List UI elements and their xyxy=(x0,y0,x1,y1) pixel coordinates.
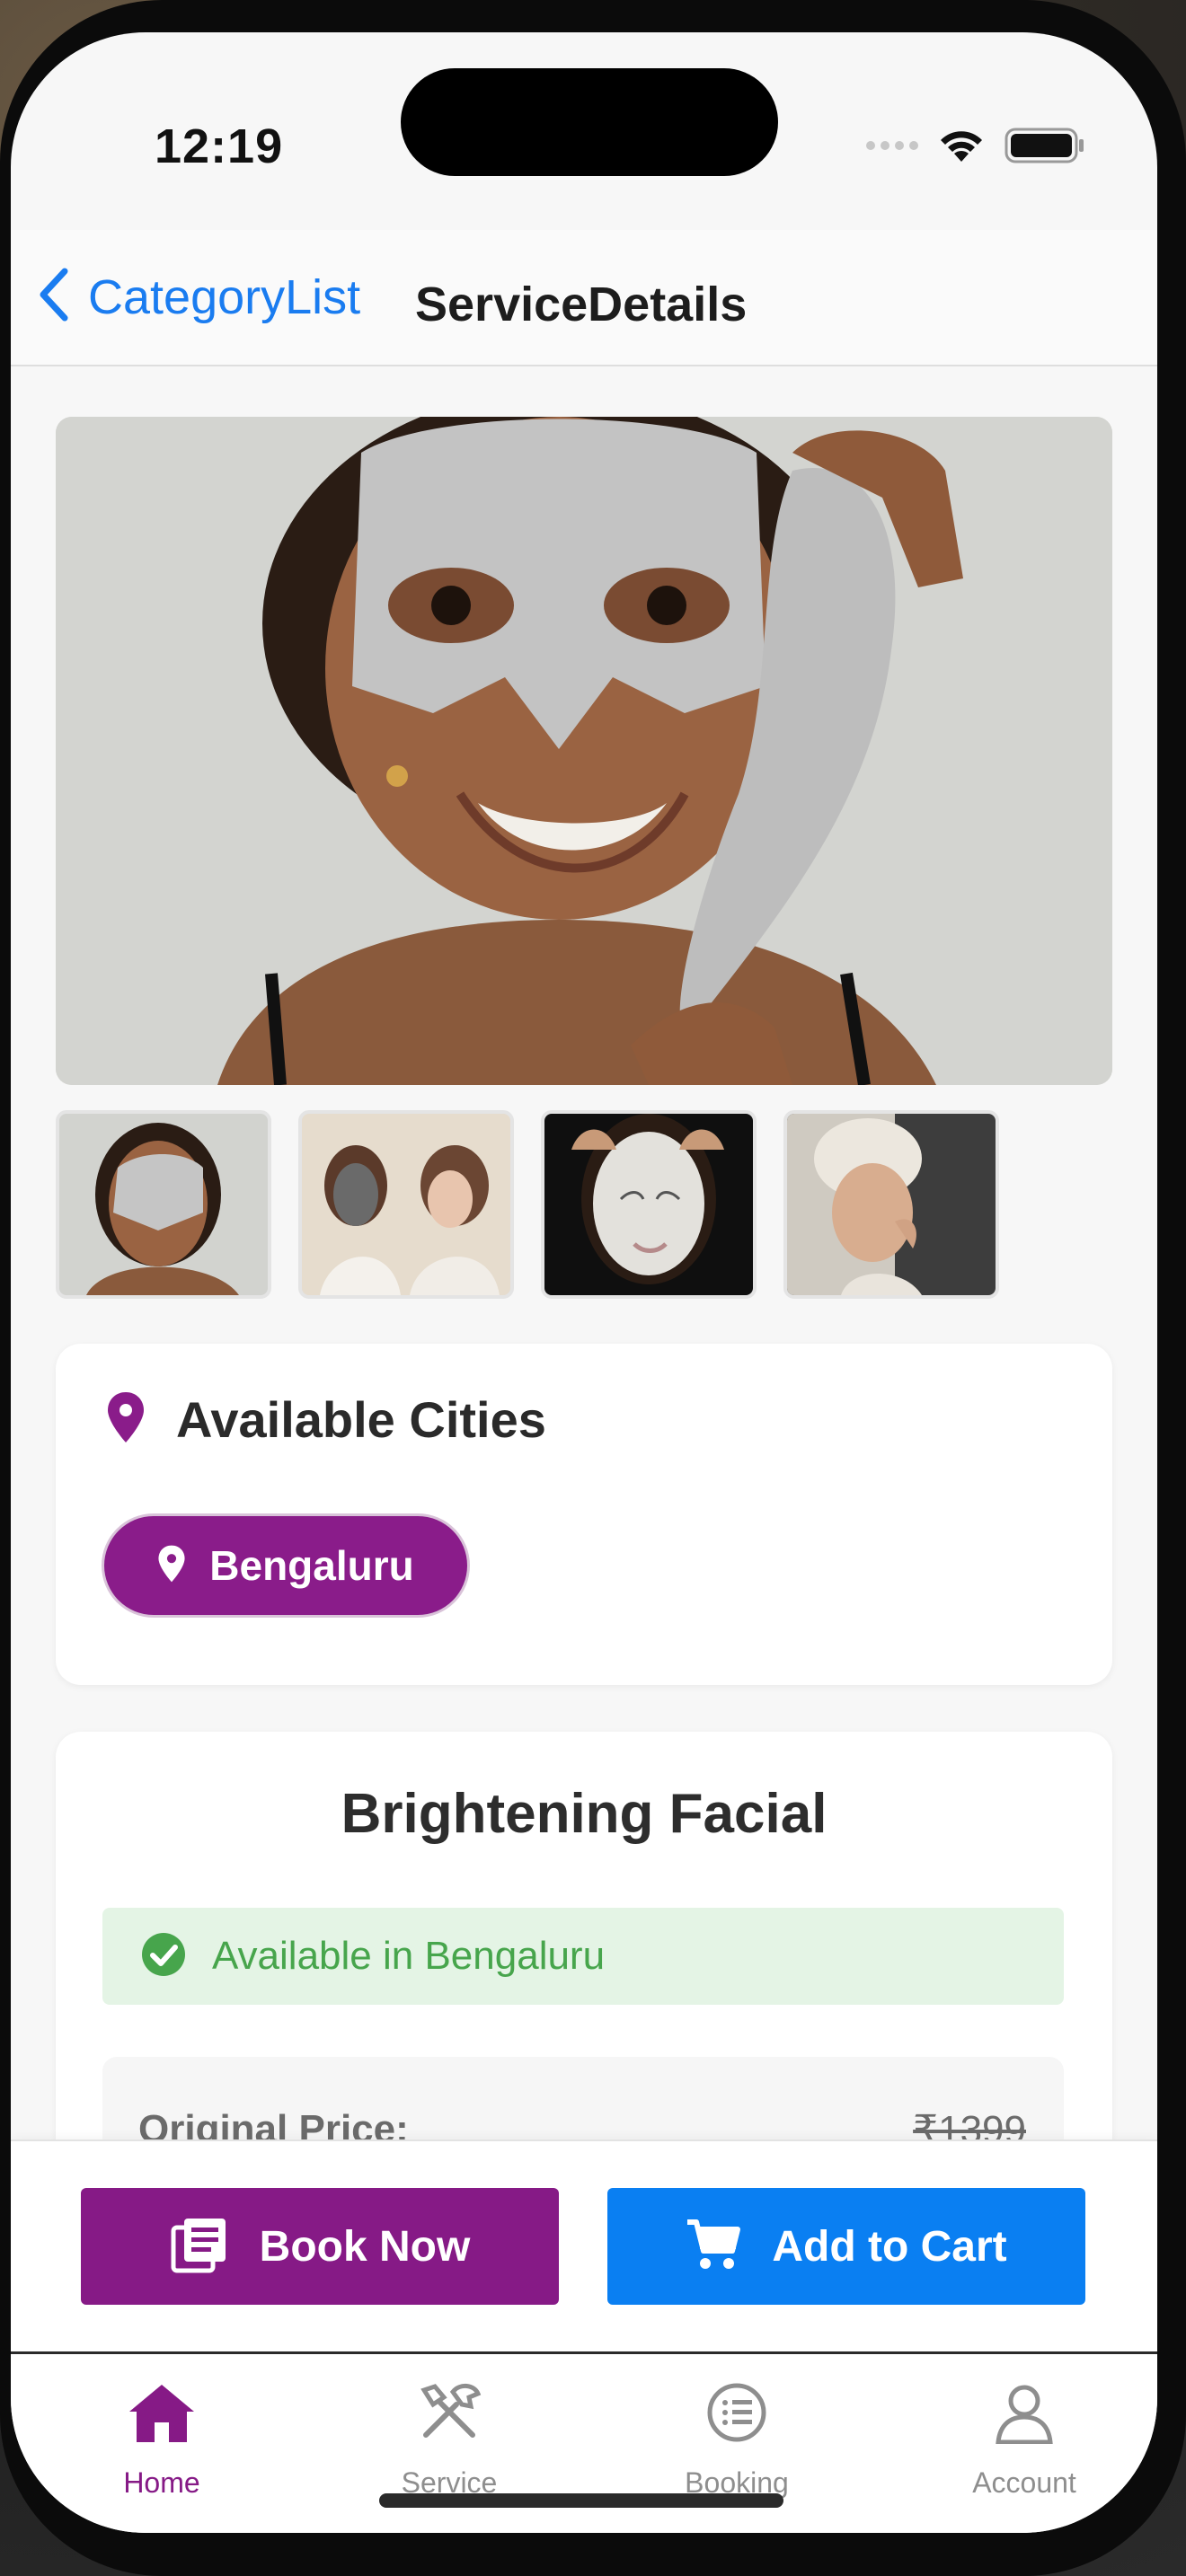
location-pin-icon xyxy=(106,1390,146,1449)
tab-home-label: Home xyxy=(123,2466,200,2499)
city-chip-bengaluru[interactable]: Bengaluru xyxy=(104,1516,467,1615)
thumbnail-1[interactable] xyxy=(56,1110,271,1299)
navigation-bar: CategoryList ServiceDetails xyxy=(11,230,1157,366)
tab-service[interactable]: Service xyxy=(350,2381,548,2500)
tab-account[interactable]: Account xyxy=(925,2381,1123,2500)
battery-icon xyxy=(1005,128,1085,163)
check-circle-icon xyxy=(140,1931,187,1982)
tab-account-label: Account xyxy=(972,2466,1076,2499)
tab-home[interactable]: Home xyxy=(63,2381,261,2500)
page-title: ServiceDetails xyxy=(415,278,748,331)
hero-image xyxy=(56,417,1112,1085)
city-chip-label: Bengaluru xyxy=(209,1542,414,1589)
service-title: Brightening Facial xyxy=(341,1783,828,1845)
home-indicator xyxy=(379,2493,783,2508)
book-now-button[interactable]: Book Now xyxy=(81,2188,559,2305)
service-info-card: Brightening Facial Available in Bengalur… xyxy=(56,1732,1112,2156)
cellular-signal-icon xyxy=(866,141,918,150)
thumbnail-3[interactable] xyxy=(541,1110,757,1299)
thumbnail-strip xyxy=(56,1110,999,1299)
device-frame: 12:19 CategoryList ServiceDetails Availa… xyxy=(0,0,1186,2576)
chevron-left-icon xyxy=(36,266,72,328)
list-icon xyxy=(705,2381,768,2448)
back-label: CategoryList xyxy=(88,269,361,324)
available-cities-card: Available Cities Bengaluru xyxy=(56,1344,1112,1685)
location-pin-icon xyxy=(157,1544,186,1588)
availability-text: Available in Bengaluru xyxy=(212,1934,606,1978)
book-icon xyxy=(170,2215,229,2279)
cities-header: Available Cities xyxy=(106,1390,546,1449)
availability-banner: Available in Bengaluru xyxy=(102,1908,1064,2005)
person-icon xyxy=(993,2381,1056,2448)
home-icon xyxy=(126,2381,198,2448)
action-bar: Book Now Add to Cart xyxy=(11,2139,1157,2351)
add-to-cart-label: Add to Cart xyxy=(772,2222,1007,2271)
tab-booking[interactable]: Booking xyxy=(638,2381,836,2500)
back-button[interactable]: CategoryList xyxy=(36,266,360,328)
tools-icon xyxy=(413,2381,485,2448)
dynamic-island xyxy=(401,68,778,176)
thumbnail-4[interactable] xyxy=(783,1110,999,1299)
cities-title: Available Cities xyxy=(176,1391,546,1448)
app-screen: 12:19 CategoryList ServiceDetails Availa… xyxy=(11,32,1157,2533)
add-to-cart-button[interactable]: Add to Cart xyxy=(607,2188,1085,2305)
status-icons xyxy=(866,128,1085,163)
cart-icon xyxy=(686,2217,741,2277)
thumbnail-2[interactable] xyxy=(298,1110,514,1299)
status-time: 12:19 xyxy=(155,119,284,173)
book-now-label: Book Now xyxy=(259,2222,471,2271)
service-details-content[interactable]: Available Cities Bengaluru Brightening F… xyxy=(11,368,1157,2156)
wifi-icon xyxy=(938,128,985,163)
